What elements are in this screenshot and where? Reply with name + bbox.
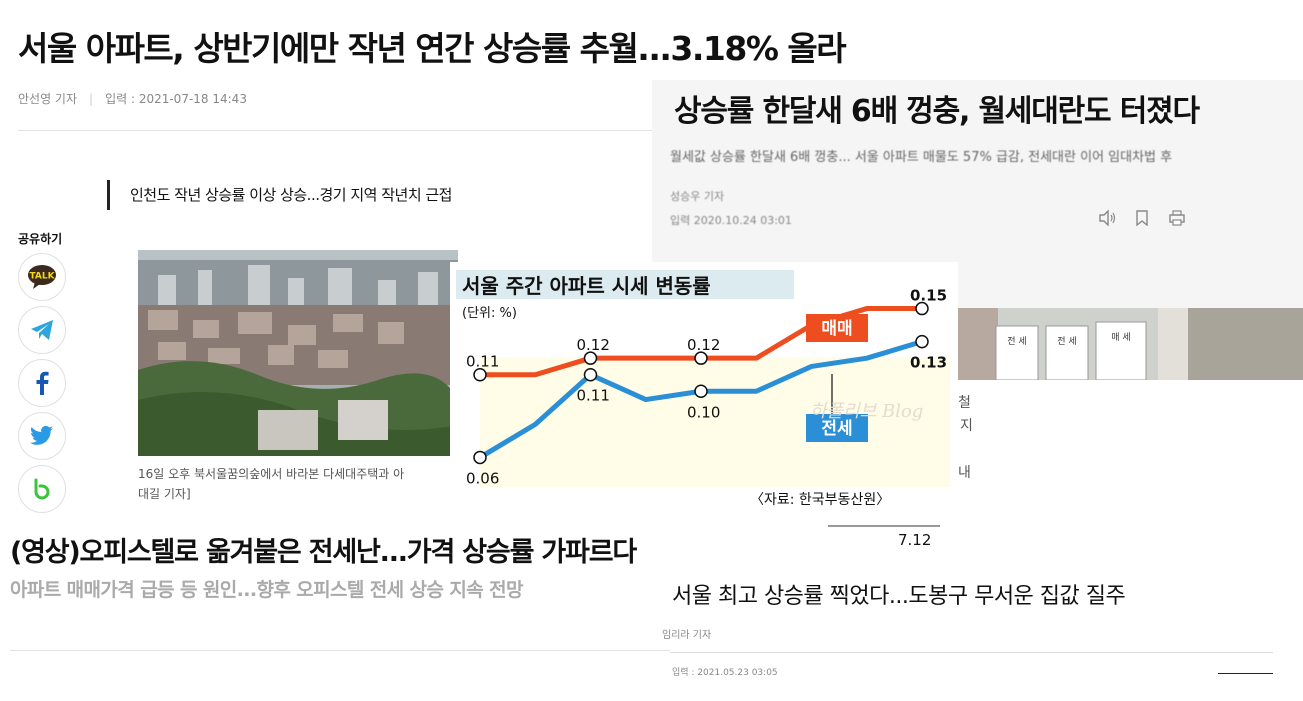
share-kakaotalk-button[interactable]: TALK	[18, 253, 66, 301]
overlay-article-summary: 월세값 상승률 한달새 6배 껑충... 서울 아파트 매물도 57% 급감, …	[670, 150, 1173, 165]
price-change-chart: 서울 주간 아파트 시세 변동률 (단위: %) 0.11 0.12 0.12 0.1…	[450, 262, 958, 522]
sign-label: 전 세	[1057, 336, 1076, 347]
print-icon[interactable]	[1168, 210, 1186, 226]
chart-axis-fragment: 7.12	[820, 512, 960, 552]
kakaotalk-icon: TALK	[28, 265, 56, 289]
overflow-text: 지	[960, 418, 973, 434]
band-icon	[34, 478, 50, 500]
overflow-text: 내	[958, 465, 971, 481]
share-telegram-button[interactable]	[18, 306, 66, 354]
data-label: 0.12	[687, 336, 720, 354]
video-article-title[interactable]: (영상)오피스텔로 옮겨붙은 전세난...가격 상승률 가파르다	[10, 530, 637, 569]
video-article-subtitle: 아파트 매매가격 급등 등 원인...향후 오피스텔 전세 상승 지속 전망	[10, 579, 523, 601]
kakao-text: TALK	[29, 272, 55, 282]
data-label: 0.06	[466, 469, 499, 487]
chart-canvas: 서울 주간 아파트 시세 변동률 (단위: %) 0.11 0.12 0.12 0.1…	[456, 270, 950, 522]
header-divider	[18, 130, 658, 131]
overflow-text: 철	[958, 395, 971, 411]
speaker-icon[interactable]	[1098, 210, 1116, 226]
data-point	[473, 450, 487, 465]
data-label: 0.13	[910, 354, 947, 372]
telegram-icon	[31, 320, 53, 340]
data-point	[915, 334, 929, 349]
sign-label: 매 세	[1111, 332, 1130, 343]
data-label: 0.11	[466, 353, 499, 371]
caption-line-2: 대길 기자]	[138, 487, 191, 501]
article-byline: 안선영 기자 | 입력 : 2021-07-18 14:43	[18, 90, 247, 107]
overlay-toolbar	[1098, 210, 1186, 226]
article-subtitle: 인천도 작년 상승률 이상 상승...경기 지역 작년치 근접	[107, 180, 452, 210]
article-title: 서울 아파트, 상반기에만 작년 연간 상승률 추월...3.18% 올라	[18, 29, 847, 68]
share-twitter-button[interactable]	[18, 412, 66, 460]
legend-label: 전세	[821, 419, 852, 439]
share-band-button[interactable]	[18, 465, 66, 513]
data-point	[694, 384, 708, 399]
related-reporter: 임리라 기자	[662, 630, 712, 641]
data-label: 0.10	[687, 403, 720, 421]
overlay-photo: 전 세 전 세 매 세	[958, 308, 1303, 380]
data-point	[583, 367, 598, 382]
chart-watermark: 하폴리브 Blog	[810, 401, 923, 422]
byline-divider: |	[89, 92, 94, 106]
related-published: 입력 : 2021.05.23 03:05	[672, 668, 778, 678]
facebook-icon	[36, 371, 49, 395]
photo-caption: 16일 오후 북서울꿈의숲에서 바라본 다세대주택과 아 대길 기자]	[138, 464, 468, 504]
published-date: 입력 : 2021-07-18 14:43	[105, 92, 247, 106]
overlay-published: 입력 2020.10.24 03:01	[670, 214, 792, 227]
share-label: 공유하기	[18, 232, 63, 246]
bookmark-icon[interactable]	[1134, 210, 1150, 226]
overlay-reporter: 성승우 기자	[670, 190, 725, 203]
related-article-title[interactable]: 서울 최고 상승률 찍었다...도봉구 무서운 집값 질주	[672, 578, 1126, 610]
chart-title: 서울 주간 아파트 시세 변동률	[462, 274, 711, 298]
related-divider	[670, 652, 1273, 653]
sign-label: 전 세	[1007, 336, 1026, 347]
legend-label: 매매	[821, 319, 852, 339]
chart-plot-bg	[480, 357, 950, 487]
related-short-rule	[1218, 673, 1273, 674]
caption-line-1: 16일 오후 북서울꿈의숲에서 바라본 다세대주택과 아	[138, 467, 405, 481]
data-label: 0.11	[577, 387, 610, 405]
reporter-name[interactable]: 안선영 기자	[18, 92, 77, 106]
data-label: 0.15	[910, 287, 947, 305]
section-divider	[10, 650, 670, 651]
overlay-article-title: 상승률 한달새 6배 껑충, 월세대란도 터졌다	[674, 94, 1200, 129]
data-label: 0.12	[577, 336, 610, 354]
share-facebook-button[interactable]	[18, 359, 66, 407]
chart-x-tick: 7.12	[898, 531, 931, 549]
chart-unit: (단위: %)	[462, 306, 517, 321]
chart-source: 〈자료: 한국부동산원〉	[750, 492, 890, 508]
article-photo	[138, 250, 458, 456]
twitter-icon	[30, 426, 53, 445]
